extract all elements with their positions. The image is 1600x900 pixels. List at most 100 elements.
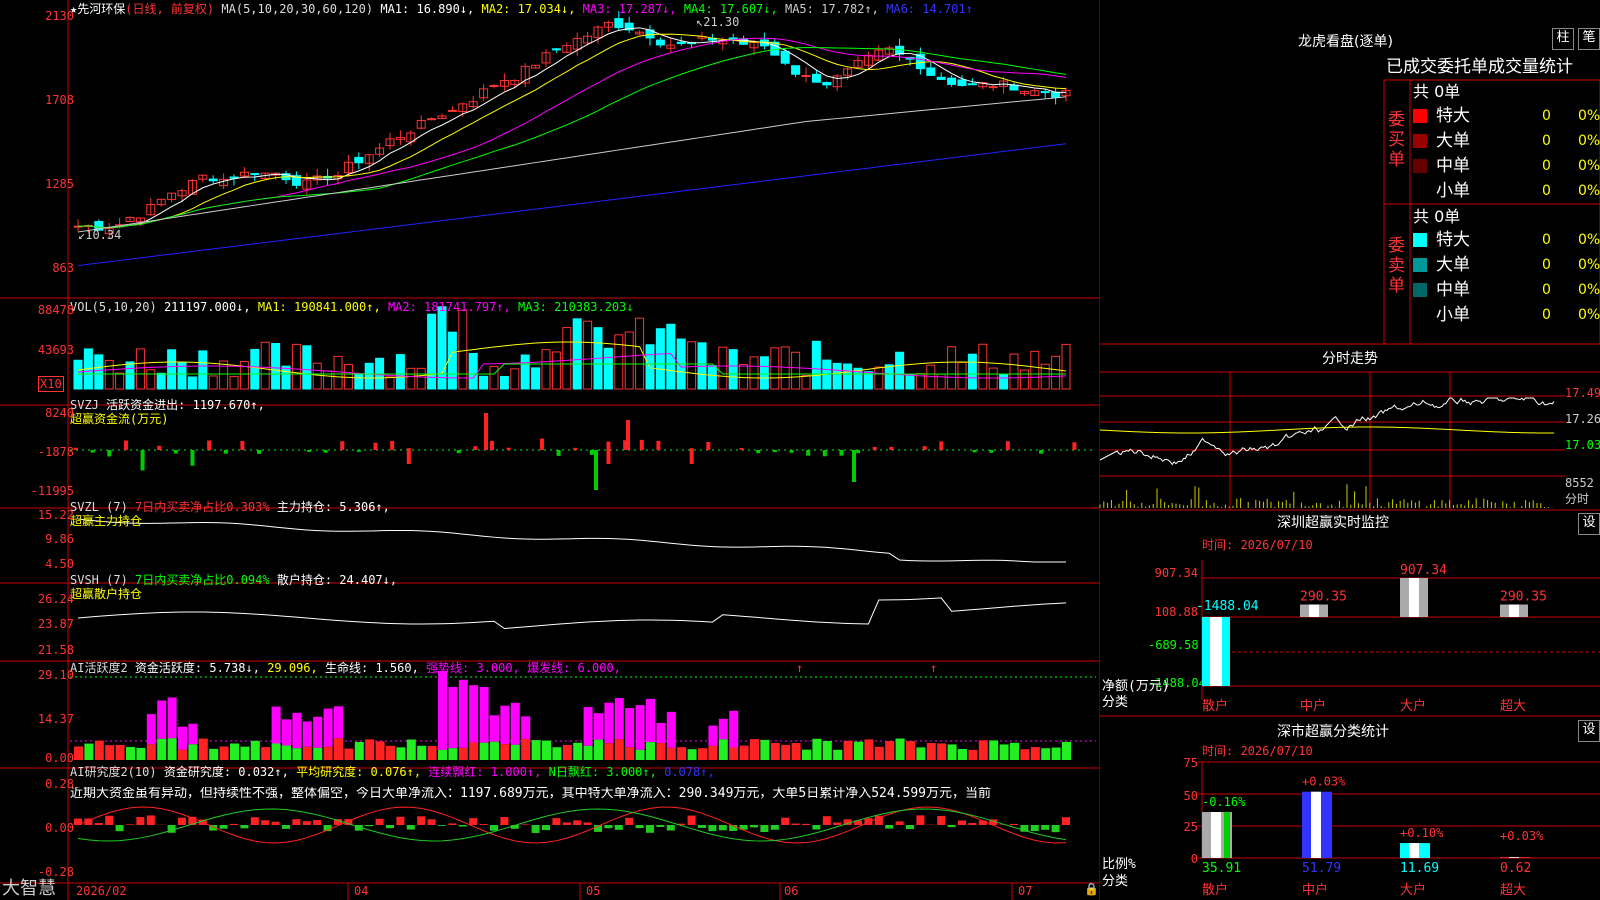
buy-row-val: 0	[1542, 158, 1551, 174]
ai1-bar	[250, 740, 260, 760]
candle	[676, 41, 686, 44]
ai2-bar	[94, 823, 103, 825]
svzj-bar	[140, 450, 145, 471]
svsh-y-label: 23.87	[37, 617, 74, 631]
stock-name[interactable]: 先河环保	[77, 2, 125, 16]
monitor-settings-button[interactable]: 设	[1578, 513, 1600, 535]
candle	[250, 173, 260, 176]
svzj-bar	[306, 450, 311, 452]
svsh-y-label: 21.58	[37, 643, 74, 657]
candle	[967, 83, 977, 86]
ai1-bar	[614, 698, 624, 740]
volume-bar	[416, 367, 426, 390]
period-mode[interactable]: (日线, 前复权)	[125, 2, 214, 16]
ai2-bar	[542, 825, 550, 831]
ai1-bar	[230, 743, 239, 760]
vol-ma1: MA1: 190841.000↑,	[257, 300, 381, 314]
ai1-bar	[791, 743, 801, 760]
sell-row-name: 中单	[1436, 280, 1470, 300]
ai1-bar	[479, 686, 489, 743]
intraday-price-line	[1099, 397, 1555, 466]
ai1-bar	[895, 738, 905, 760]
kline-y-label: 1708	[45, 93, 74, 107]
brand-logo[interactable]: 大智慧	[2, 878, 56, 900]
bar-mode-button[interactable]: 柱	[1552, 28, 1574, 50]
ai1-bar	[604, 702, 614, 744]
ai1-bar	[479, 742, 489, 760]
stats-bar	[1202, 812, 1232, 858]
svzl-subtitle: 超赢主力持仓	[70, 514, 143, 528]
volume-bar	[115, 372, 125, 390]
ai1-bar	[282, 745, 291, 760]
ai1-bar	[666, 747, 676, 760]
ai2-bar	[646, 825, 654, 833]
intraday-price-label: 17.03	[1565, 438, 1600, 452]
ai1-bar	[510, 744, 520, 760]
ai2-bar	[1051, 825, 1060, 833]
monitor-value-label: 290.35	[1500, 590, 1547, 605]
volume-bar	[447, 331, 457, 390]
ai2-y-label: 0.00	[45, 821, 74, 835]
ai2-research: 资金研究度: 0.032↑,	[163, 765, 289, 779]
ai1-bar	[167, 697, 177, 739]
ai2-bar	[760, 825, 769, 833]
ai2-bar	[750, 825, 758, 828]
tick-mode-button[interactable]: 笔	[1578, 28, 1600, 50]
volume-bar	[354, 373, 364, 390]
ai1-bar	[583, 745, 593, 760]
svzj-bar	[190, 450, 195, 466]
svzj-bar	[406, 448, 411, 464]
ai1-bar	[625, 708, 635, 748]
candle	[811, 73, 821, 83]
ai2-bar	[178, 817, 186, 825]
buy-row-pct: 0%	[1578, 108, 1600, 124]
volume-bar	[811, 340, 821, 390]
volume-bar	[333, 355, 343, 390]
ai1-bar	[490, 741, 499, 760]
ai2-bar	[583, 822, 592, 825]
ai2-bar	[146, 815, 155, 825]
volume-bar	[208, 375, 218, 390]
x-date-label: 2026/02	[76, 884, 127, 898]
ai1-bar	[302, 721, 312, 747]
stats-settings-button[interactable]: 设	[1578, 720, 1600, 742]
ai1-activity: 资金活跃度: 5.738↓,	[134, 661, 260, 675]
monitor-title: 深圳超赢实时监控	[1277, 515, 1389, 531]
ai1-bar	[1010, 742, 1019, 760]
svzj-title: SVZJ 活跃资金进出: 1197.670↑,	[70, 398, 265, 412]
svzj-bar	[173, 450, 178, 454]
svzj-bar	[456, 450, 461, 454]
sell-row-val: 0	[1542, 282, 1551, 298]
svzj-bar	[806, 450, 811, 456]
x-date-label: 05	[586, 884, 601, 898]
buy-row-pct: 0%	[1578, 133, 1600, 149]
svzj-bar	[689, 448, 694, 464]
volume-bar	[281, 365, 291, 390]
ai1-bar	[989, 740, 999, 760]
lock-icon[interactable]: 🔒	[1084, 882, 1099, 896]
volume-bar	[967, 353, 977, 390]
ai1-bar	[167, 738, 177, 760]
kline-y-label: 863	[52, 261, 74, 275]
ai1-bar	[822, 740, 832, 760]
ai1-value-b: 29.096,	[267, 661, 318, 675]
svzj-bar	[323, 450, 328, 453]
ai1-bar	[635, 749, 645, 760]
volume-bar	[146, 369, 156, 390]
volume-bar	[780, 346, 790, 390]
ai1-y-label: 29.10	[37, 668, 74, 682]
dragon-title: 龙虎看盘(逐单)	[1298, 34, 1393, 50]
ai1-bar	[323, 746, 333, 760]
ai1-bar	[115, 744, 125, 760]
intraday-unit: 分时	[1565, 492, 1590, 506]
kline-title: ★先河环保(日线, 前复权) MA(5,10,20,30,60,120) MA1…	[70, 2, 973, 16]
ai1-bar	[937, 743, 947, 760]
svzj-value: 活跃资金进出: 1197.670↑,	[106, 398, 265, 412]
x-date-label: 07	[1018, 884, 1033, 898]
volume-bar	[978, 343, 988, 390]
volume-bar	[312, 362, 322, 390]
ai2-bar	[427, 819, 436, 825]
ai2-bar	[604, 825, 613, 829]
svzj-bar	[839, 450, 844, 456]
ai1-bar	[531, 740, 541, 760]
